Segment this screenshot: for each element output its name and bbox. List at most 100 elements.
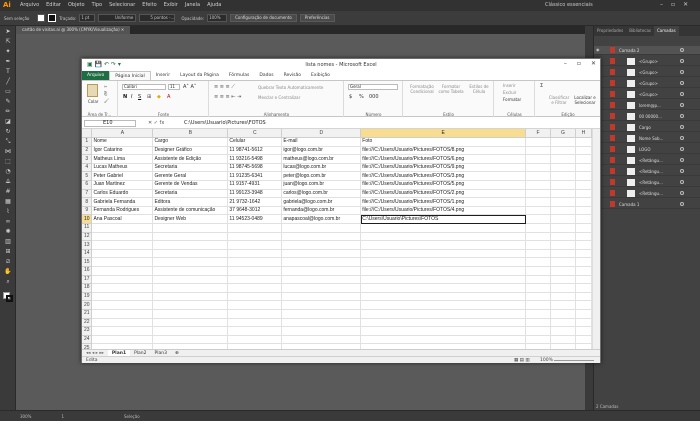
pen-tool-icon[interactable]: ✒ bbox=[4, 58, 12, 66]
view-buttons[interactable]: ▦ ▤ ▥ bbox=[514, 358, 530, 363]
cell-styles-button[interactable]: Estilos de Célula bbox=[466, 84, 492, 94]
menu-ajuda[interactable]: Ajuda bbox=[207, 2, 221, 8]
fill-stroke-widget[interactable] bbox=[3, 292, 13, 302]
cell[interactable] bbox=[227, 240, 283, 250]
cell[interactable] bbox=[550, 146, 576, 156]
cell[interactable]: 11 94523-0489 bbox=[227, 214, 283, 225]
cell[interactable] bbox=[550, 300, 576, 310]
cell[interactable] bbox=[227, 275, 283, 285]
cell[interactable]: anapascoal@logo.com.br bbox=[281, 214, 362, 225]
cell[interactable] bbox=[91, 249, 154, 259]
cell[interactable] bbox=[575, 249, 592, 259]
artboard-number[interactable]: 1 bbox=[61, 414, 64, 419]
target-circle-icon[interactable] bbox=[680, 48, 684, 52]
cell[interactable] bbox=[91, 300, 154, 310]
cell[interactable]: Ana Pascoal bbox=[91, 214, 154, 225]
cell[interactable] bbox=[91, 232, 154, 242]
column-header[interactable]: G bbox=[550, 129, 576, 139]
target-circle-icon[interactable] bbox=[680, 103, 684, 107]
font-size-select[interactable]: 11 bbox=[168, 84, 180, 90]
cell[interactable] bbox=[227, 223, 283, 233]
cell[interactable] bbox=[525, 318, 552, 328]
layer-name[interactable]: 00 00000... bbox=[639, 112, 662, 121]
target-circle-icon[interactable] bbox=[680, 114, 684, 118]
row-header[interactable]: 14 bbox=[82, 249, 93, 259]
cell[interactable] bbox=[281, 335, 362, 345]
tab-libraries[interactable]: Bibliotecas bbox=[626, 26, 654, 36]
cell[interactable] bbox=[227, 249, 283, 259]
target-circle-icon[interactable] bbox=[680, 169, 684, 173]
gradient-tool-icon[interactable]: ▦ bbox=[4, 198, 12, 206]
cell[interactable] bbox=[91, 335, 154, 345]
cell[interactable] bbox=[91, 309, 154, 319]
cell[interactable] bbox=[227, 309, 283, 319]
cell[interactable]: 11 93216-5498 bbox=[227, 154, 283, 164]
layer-row[interactable]: ◉Camada 1 bbox=[594, 200, 700, 209]
cell[interactable]: Nome bbox=[91, 137, 154, 147]
column-header[interactable]: B bbox=[152, 129, 229, 139]
bold-button[interactable]: N bbox=[123, 94, 127, 100]
cell[interactable] bbox=[227, 318, 283, 328]
cell[interactable] bbox=[281, 318, 362, 328]
cell[interactable] bbox=[360, 240, 527, 250]
percent-button[interactable]: % bbox=[359, 94, 364, 100]
row-header[interactable]: 8 bbox=[82, 197, 93, 207]
cell[interactable] bbox=[152, 283, 229, 293]
column-header[interactable]: A bbox=[91, 129, 154, 139]
layer-row[interactable]: ◉LOGO bbox=[594, 145, 700, 154]
cell[interactable] bbox=[575, 240, 592, 250]
cell[interactable] bbox=[152, 240, 229, 250]
fill-swatch[interactable] bbox=[37, 14, 46, 22]
row-header[interactable]: 10 bbox=[82, 214, 93, 225]
cell[interactable] bbox=[525, 137, 552, 147]
shape-builder-tool-icon[interactable]: ◔ bbox=[4, 168, 12, 176]
cell[interactable] bbox=[360, 266, 527, 276]
menu-selecionar[interactable]: Selecionar bbox=[109, 2, 135, 8]
cell[interactable] bbox=[525, 180, 552, 190]
layer-row[interactable]: ◉Cargo bbox=[594, 123, 700, 132]
cell[interactable] bbox=[360, 326, 527, 336]
column-header[interactable]: C bbox=[227, 129, 283, 139]
opacity-field[interactable]: 100% bbox=[207, 14, 228, 22]
layer-name[interactable]: Camada 1 bbox=[619, 200, 639, 209]
layer-row[interactable]: ◉<Retângu... bbox=[594, 178, 700, 187]
cell[interactable]: file:///C:/Users/Usuario/Pictures/FOTOS/… bbox=[360, 180, 527, 190]
cell[interactable] bbox=[152, 249, 229, 259]
cut-icon[interactable]: ✂ bbox=[104, 84, 107, 89]
cell[interactable] bbox=[281, 232, 362, 242]
cell[interactable] bbox=[227, 232, 283, 242]
cell[interactable] bbox=[227, 266, 283, 276]
cell[interactable] bbox=[152, 266, 229, 276]
visibility-eye-icon[interactable]: ◉ bbox=[596, 48, 601, 52]
cell[interactable] bbox=[281, 257, 362, 267]
format-as-table-button[interactable]: Formatar como Tabela bbox=[438, 84, 464, 94]
layer-name[interactable]: lorem@p... bbox=[639, 101, 661, 110]
row-header[interactable]: 18 bbox=[82, 283, 93, 293]
pencil-tool-icon[interactable]: ✏ bbox=[4, 108, 12, 116]
target-circle-icon[interactable] bbox=[680, 147, 684, 151]
cell[interactable] bbox=[360, 223, 527, 233]
cell[interactable] bbox=[525, 189, 552, 199]
cell[interactable]: 37 9648-3012 bbox=[227, 206, 283, 216]
cell[interactable] bbox=[525, 163, 552, 173]
cell[interactable] bbox=[152, 292, 229, 302]
cell[interactable] bbox=[152, 309, 229, 319]
mesh-tool-icon[interactable]: # bbox=[4, 188, 12, 196]
row-header[interactable]: 22 bbox=[82, 318, 93, 328]
cell[interactable]: Designer Web bbox=[152, 214, 229, 225]
column-header[interactable]: E bbox=[360, 129, 527, 139]
target-circle-icon[interactable] bbox=[680, 158, 684, 162]
cell[interactable]: carlos@logo.com.br bbox=[281, 189, 362, 199]
column-header[interactable]: D bbox=[281, 129, 362, 139]
cell[interactable]: Juan Martinez bbox=[91, 180, 154, 190]
cell[interactable] bbox=[525, 326, 552, 336]
cell[interactable] bbox=[152, 223, 229, 233]
eraser-tool-icon[interactable]: ◪ bbox=[4, 118, 12, 126]
cell[interactable] bbox=[575, 326, 592, 336]
cell[interactable] bbox=[360, 249, 527, 259]
cell[interactable] bbox=[525, 266, 552, 276]
cell[interactable] bbox=[550, 197, 576, 207]
cell[interactable] bbox=[525, 257, 552, 267]
cell[interactable] bbox=[525, 292, 552, 302]
tab-pagina-inicial[interactable]: Página Inicial bbox=[109, 70, 151, 81]
